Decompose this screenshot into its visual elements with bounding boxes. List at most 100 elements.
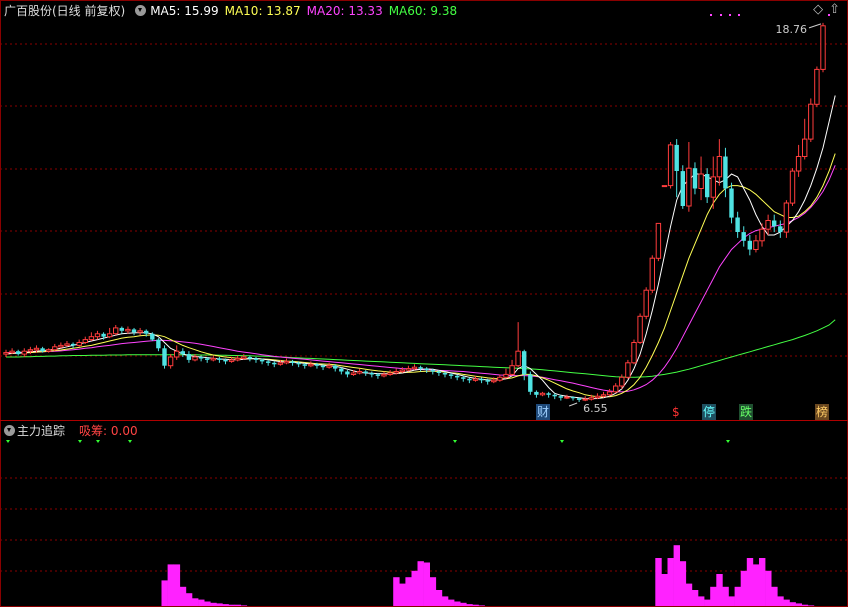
candle [674,139,679,198]
candle [820,22,826,73]
volume-bar [801,604,809,606]
volume-bar [405,577,412,606]
volume-bar [716,574,723,606]
candle-body [125,328,131,332]
volume-bar [661,574,668,606]
candle [88,332,95,342]
candle-body [217,358,222,360]
stock-title: 广百股份(日线 前复权) [4,4,126,18]
candle [424,367,429,373]
diamond-icon[interactable]: ◇ [813,2,823,17]
candle-body [326,365,332,368]
volume-bar [204,601,211,606]
event-tag[interactable]: $ [671,404,681,420]
event-tag[interactable]: 榜 [815,404,830,420]
volume-bar [161,580,168,606]
volume-bar [478,605,485,606]
signal-marker [128,440,132,443]
candle [582,396,588,402]
candle-body [759,228,765,242]
volume-bar [393,577,400,606]
volume-bar [185,593,193,606]
volume-bar [795,603,802,606]
candle-body [539,392,546,396]
sub-dropdown-circle-icon[interactable] [4,425,15,436]
candle [186,351,192,363]
candle-body [741,232,746,241]
candle-body [405,368,412,371]
candle [174,345,180,360]
candle-body [350,372,357,375]
candle [479,377,484,384]
candle [363,370,368,376]
candle-body [9,350,15,354]
volume-bar [655,558,662,606]
ma60-label: MA60: 9.38 [388,4,458,18]
candle-body [552,394,557,397]
volume-bar [167,564,174,606]
candle-body [503,373,509,378]
candle-body [649,257,655,291]
candle [52,343,58,352]
candle [741,226,746,247]
event-tag[interactable]: 停 [702,404,717,420]
candle [539,391,546,397]
candle [692,162,698,195]
candle-body [558,396,563,398]
candle-body [808,103,814,140]
event-tag[interactable]: 财 [536,404,551,420]
up-arrow-icon[interactable]: ⇧ [829,2,840,17]
candle-body [600,394,607,397]
candle [753,234,759,253]
candle [661,185,668,188]
candle [290,359,295,366]
main-header: 广百股份(日线 前复权) MA5: 15.99 MA10: 13.87 MA20: 1… [4,2,463,20]
candle-body [64,343,70,346]
candle [716,139,723,186]
candle [131,327,137,336]
candle-body [156,339,161,349]
candle-body [259,359,265,362]
candle-body [192,356,198,361]
candle-body [277,362,284,365]
candle [16,349,21,356]
candle-body [162,348,167,366]
candle-body [247,357,253,359]
candle-body [52,346,58,351]
candle-body [241,356,247,359]
window-controls: ◇ ⇧ [813,1,840,19]
volume-bar [448,599,455,606]
volume-bar [472,604,479,606]
candle-body [509,365,515,375]
dropdown-circle-icon[interactable] [135,5,147,16]
candle [631,339,637,365]
candle [82,336,88,344]
volume-bar [466,604,473,606]
candle [272,361,277,368]
candle [637,313,643,344]
candle-body [424,368,429,371]
candle [789,168,796,206]
candle [667,142,674,189]
candle-body [789,170,796,204]
volume-bar [198,599,205,606]
candle-body [411,366,418,370]
candle-body [674,144,679,171]
volume-bar [411,570,418,606]
candle [253,356,259,363]
candle [369,371,374,378]
candle [680,165,685,209]
candle [625,359,631,379]
candle-body [302,364,307,366]
candle-body [21,350,28,355]
candle-body [308,363,314,367]
candle-body [180,351,185,355]
candle [356,368,363,375]
candle [106,327,113,339]
candle-body [655,222,662,259]
candle [705,168,710,204]
candle-body [430,370,435,372]
candle-body [228,359,235,362]
candle-body [820,25,826,70]
event-tag[interactable]: 跌 [739,404,754,420]
